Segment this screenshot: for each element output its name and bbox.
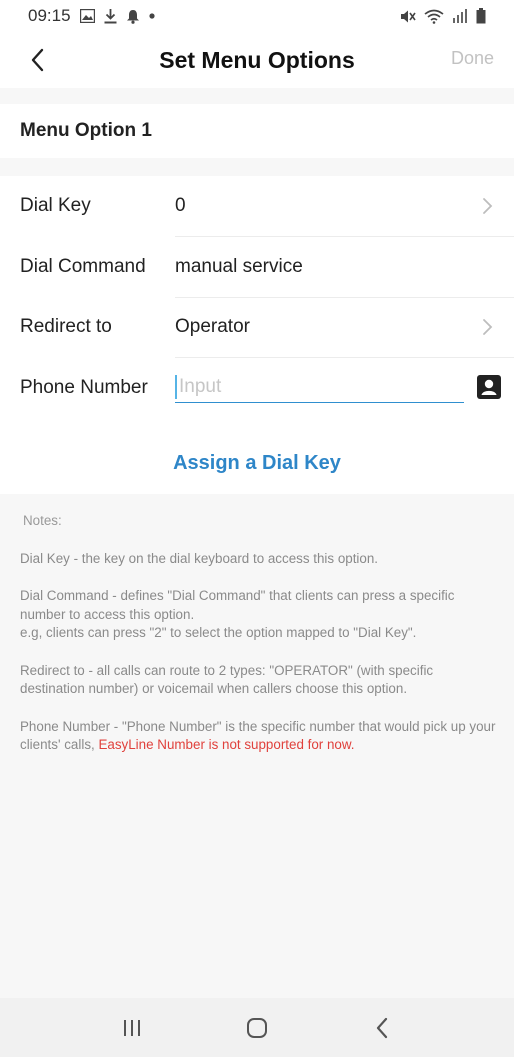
home-icon (246, 1017, 267, 1038)
mute-icon (400, 9, 416, 24)
section-header: Menu Option 1 (0, 104, 514, 158)
wifi-icon (424, 9, 444, 24)
system-nav-bar (0, 998, 514, 1057)
dial-key-label: Dial Key (20, 195, 91, 216)
notes-title: Notes: (23, 513, 62, 528)
redirect-label: Redirect to (20, 316, 112, 337)
note-dial-command: Dial Command - defines "Dial Command" th… (20, 588, 455, 622)
phone-number-input-wrap (175, 371, 464, 403)
dial-command-label: Dial Command (20, 256, 146, 277)
notification-bell-icon (126, 9, 140, 24)
status-time: 09:15 (28, 6, 71, 25)
redirect-value: Operator (175, 316, 250, 337)
dial-command-row[interactable]: Dial Command manual service (0, 237, 514, 297)
dial-key-row[interactable]: Dial Key 0 (0, 176, 514, 236)
dot-icon (148, 13, 155, 19)
status-bar: 09:15 (0, 0, 514, 32)
battery-icon (476, 8, 486, 24)
recent-apps-button[interactable] (112, 1008, 152, 1048)
note-redirect: Redirect to - all calls can route to 2 t… (20, 662, 434, 697)
contact-book-icon[interactable] (476, 374, 502, 400)
assign-section: Assign a Dial Key (0, 432, 514, 494)
page-title: Set Menu Options (159, 46, 355, 73)
notes-section: Notes: Dial Key - the key on the dial ke… (20, 512, 500, 774)
note-dial-command-example: e.g, clients can press "2" to select the… (20, 625, 417, 640)
text-caret (175, 375, 177, 399)
note-phone-number: Phone Number - "Phone Number" is the spe… (20, 718, 500, 755)
dial-key-value: 0 (175, 195, 186, 216)
chevron-right-icon (483, 319, 493, 335)
system-back-button[interactable] (362, 1008, 402, 1048)
done-button[interactable]: Done (451, 48, 494, 69)
section-title: Menu Option 1 (20, 120, 152, 141)
image-icon (79, 9, 95, 23)
recent-apps-icon (124, 1019, 141, 1036)
back-button[interactable] (22, 44, 52, 76)
chevron-left-icon (31, 48, 44, 72)
signal-icon (452, 9, 468, 23)
header: Set Menu Options Done (0, 32, 514, 88)
back-icon (376, 1017, 387, 1038)
status-left: 09:15 (28, 6, 155, 26)
chevron-right-icon (483, 198, 493, 214)
assign-dial-key-button[interactable]: Assign a Dial Key (173, 452, 341, 475)
dial-command-value[interactable]: manual service (175, 256, 303, 278)
redirect-row[interactable]: Redirect to Operator (0, 297, 514, 357)
note-phone-number-warning: EasyLine Number is not supported for now… (98, 737, 355, 752)
home-button[interactable] (237, 1008, 277, 1048)
menu-option-form: Dial Key 0 Dial Command manual service R… (0, 176, 514, 432)
download-icon (104, 8, 117, 24)
status-right (400, 8, 486, 24)
phone-number-label: Phone Number (20, 377, 148, 398)
phone-number-input[interactable] (175, 371, 464, 402)
note-dial-key: Dial Key - the key on the dial keyboard … (20, 550, 379, 566)
